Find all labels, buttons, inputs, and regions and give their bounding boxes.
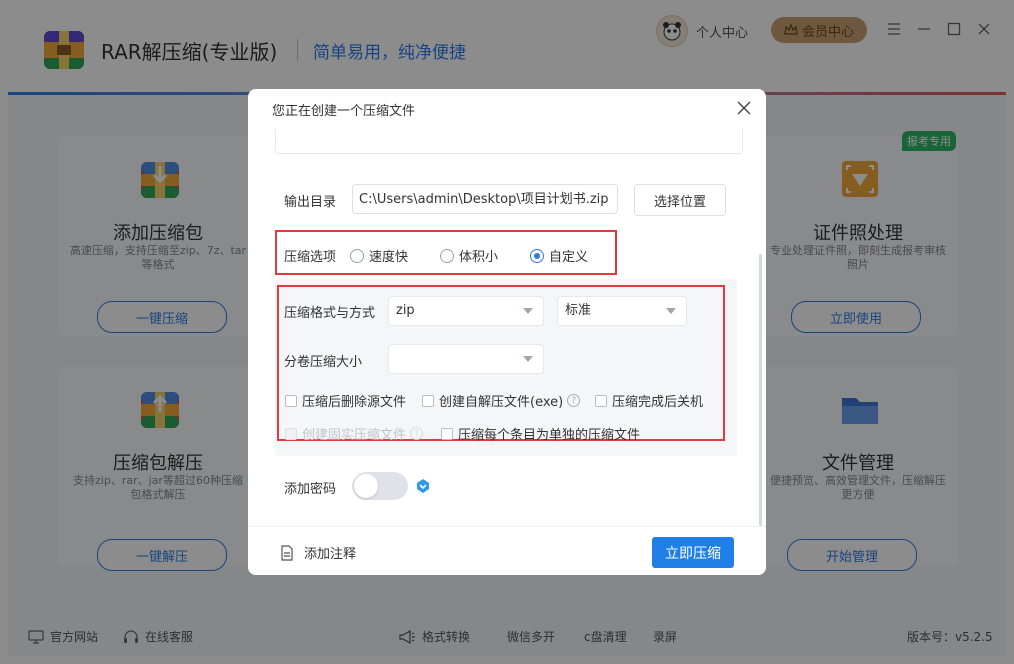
add-note-button[interactable]: 添加注释 (280, 543, 356, 562)
option-small-label: 体积小 (459, 250, 499, 265)
option-fast-radio[interactable]: 速度快 (350, 246, 408, 265)
option-custom-label: 自定义 (549, 250, 589, 265)
delete-source-checkbox[interactable]: 压缩后删除源文件 (285, 391, 406, 410)
compress-options-label: 压缩选项 (284, 250, 337, 265)
archive-name-field[interactable] (275, 129, 743, 154)
password-toggle[interactable] (352, 472, 408, 500)
add-note-label: 添加注释 (304, 547, 357, 562)
shutdown-checkbox[interactable]: 压缩完成后关机 (595, 391, 703, 410)
separate-archive-checkbox[interactable]: 压缩每个条目为单独的压缩文件 (441, 424, 640, 443)
checkbox-box (285, 394, 297, 407)
option-custom-radio[interactable]: 自定义 (530, 246, 588, 265)
checkbox-box (595, 394, 607, 407)
self-extract-label: 创建自解压文件(exe) (439, 395, 564, 410)
help-icon[interactable]: ? (567, 394, 581, 407)
help-icon: ? (410, 427, 424, 440)
radio-circle-checked (530, 248, 545, 263)
compress-options-row: 压缩选项 速度快 体积小 自定义 (284, 246, 588, 265)
method-select-value: 标准 (565, 303, 592, 318)
output-dir-label: 输出目录 (284, 195, 337, 210)
checkbox-box (285, 427, 297, 440)
option-small-radio[interactable]: 体积小 (440, 246, 498, 265)
option-fast-label: 速度快 (369, 250, 409, 265)
add-password-label: 添加密码 (284, 482, 337, 497)
compress-now-button[interactable]: 立即压缩 (652, 537, 734, 568)
shutdown-label: 压缩完成后关机 (612, 395, 704, 410)
dialog-footer: 添加注释 立即压缩 (248, 526, 766, 575)
output-path-input[interactable]: C:\Users\admin\Desktop\项目计划书.zip (352, 184, 618, 214)
method-select[interactable]: 标准 (557, 296, 687, 326)
radio-circle (440, 248, 455, 263)
dropdown-arrow-icon (666, 308, 676, 314)
solid-archive-label: 创建固实压缩文件 (302, 428, 407, 443)
radio-circle (350, 248, 365, 263)
checkbox-box (422, 394, 434, 407)
self-extract-checkbox[interactable]: 创建自解压文件(exe) ? (422, 391, 581, 410)
split-size-label: 分卷压缩大小 (284, 355, 363, 370)
format-select-value: zip (396, 303, 415, 318)
create-archive-dialog: 您正在创建一个压缩文件 输出目录 C:\Users\admin\Desktop\… (248, 89, 766, 575)
dialog-scrollbar[interactable] (759, 254, 762, 526)
vip-diamond-icon (417, 479, 429, 493)
format-select[interactable]: zip (388, 296, 544, 326)
note-icon (281, 544, 293, 561)
split-size-select[interactable] (388, 344, 544, 374)
solid-archive-checkbox: 创建固实压缩文件 ? (285, 424, 424, 443)
toggle-knob (354, 474, 378, 498)
dialog-title: 您正在创建一个压缩文件 (272, 104, 416, 119)
delete-source-label: 压缩后删除源文件 (302, 395, 407, 410)
separate-archive-label: 压缩每个条目为单独的压缩文件 (458, 428, 641, 443)
checkbox-box (441, 427, 453, 440)
dialog-close-icon[interactable] (736, 100, 752, 116)
dropdown-arrow-icon (523, 356, 533, 362)
format-method-label: 压缩格式与方式 (284, 306, 376, 321)
choose-location-button[interactable]: 选择位置 (634, 184, 726, 216)
dropdown-arrow-icon (523, 308, 533, 314)
